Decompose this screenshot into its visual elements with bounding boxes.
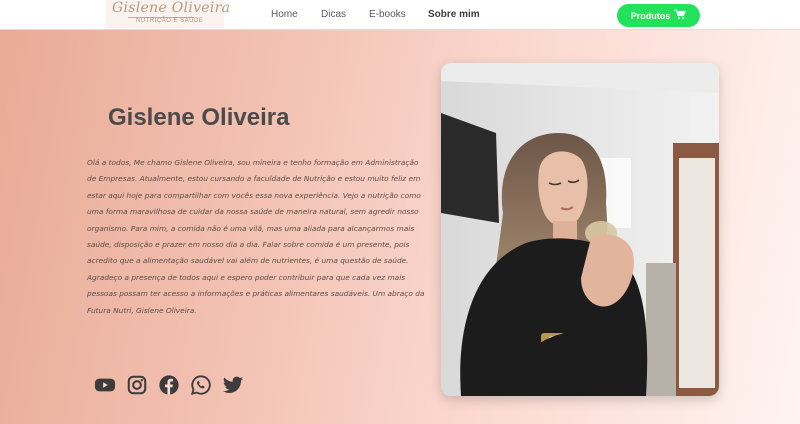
profile-photo: [441, 63, 719, 396]
top-navbar: Gislene Oliveira NUTRIÇÃO E SAÚDE Home D…: [0, 0, 800, 30]
site-logo[interactable]: Gislene Oliveira NUTRIÇÃO E SAÚDE: [106, 0, 230, 28]
logo-script-text: Gislene Oliveira: [112, 0, 231, 16]
youtube-icon[interactable]: [94, 374, 116, 396]
logo-tagline: NUTRIÇÃO E SAÚDE: [136, 18, 204, 24]
profile-name: Gislene Oliveira: [108, 104, 290, 131]
instagram-icon[interactable]: [126, 374, 148, 396]
profile-photo-illustration: [441, 63, 719, 396]
cart-icon: [674, 9, 686, 22]
nav-sobre-mim[interactable]: Sobre mim: [428, 9, 480, 20]
profile-bio: Olá a todos, Me chamo Gislene Oliveira, …: [87, 158, 425, 315]
twitter-icon[interactable]: [222, 374, 244, 396]
whatsapp-icon[interactable]: [190, 374, 212, 396]
nav-home[interactable]: Home: [271, 9, 298, 20]
nav-dicas[interactable]: Dicas: [321, 9, 346, 20]
produtos-button-label: Produtos: [630, 10, 671, 21]
social-links: [94, 374, 244, 396]
facebook-icon[interactable]: [158, 374, 180, 396]
nav-ebooks[interactable]: E-books: [369, 9, 406, 20]
produtos-button[interactable]: Produtos: [617, 4, 700, 27]
